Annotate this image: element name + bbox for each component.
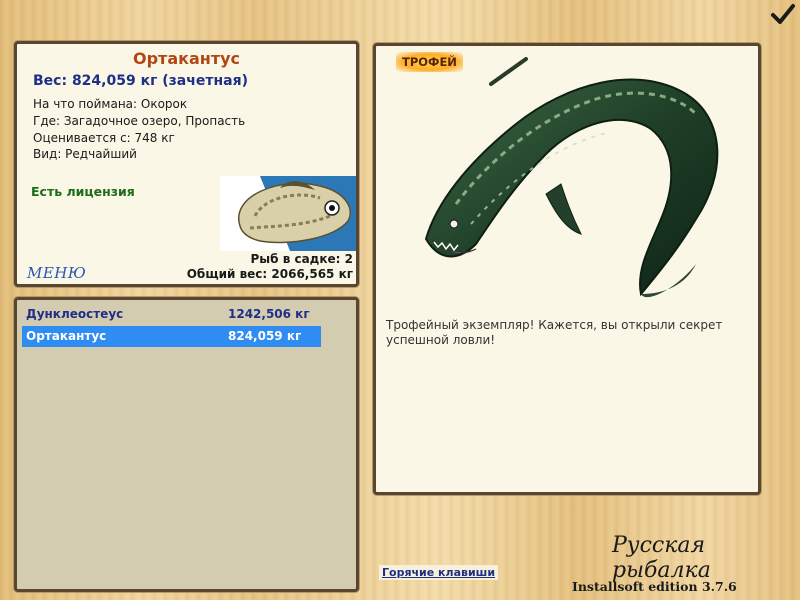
orthacanthus-illustration [424,57,719,298]
list-item-name: Ортакантус [26,329,107,343]
fish-weight: Вес: 824,059 кг (зачетная) [33,73,248,89]
list-item-selected[interactable]: Ортакантус 824,059 кг [22,326,321,347]
list-item[interactable]: Дунклеостеус 1242,506 кг [22,304,321,325]
trophy-badge: ТРОФЕЙ [396,52,463,72]
bait-info: На что поймана: Окорок [33,97,188,111]
value-info: Оценивается с: 748 кг [33,131,175,145]
location-info: Где: Загадочное озеро, Пропасть [33,114,246,128]
hotkeys-link[interactable]: Горячие клавиши [379,565,499,580]
game-title: Русская рыбалка [612,533,711,583]
list-item-weight: 824,059 кг [228,329,302,343]
cage-list-panel: Дунклеостеус 1242,506 кг Ортакантус 824,… [14,297,359,592]
edition-label: Installsoft edition 3.7.6 [572,579,737,594]
trophy-panel: ТРОФЕЙ Трофейный экземпляр! Кажется, вы … [373,43,761,495]
fish-name: Ортакантус [132,49,241,68]
cage-total-weight: Общий вес: 2066,565 кг [186,267,353,281]
license-status: Есть лицензия [31,184,135,199]
species-rarity: Вид: Редчайший [33,147,137,161]
check-icon[interactable] [770,2,796,26]
menu-button[interactable]: МЕНЮ [27,264,86,282]
list-item-name: Дунклеостеус [26,307,124,321]
fish-thumbnail [220,176,356,251]
trophy-description: Трофейный экземпляр! Кажется, вы открыли… [386,318,723,347]
fish-info-panel: Ортакантус Вес: 824,059 кг (зачетная) На… [14,41,359,287]
list-item-weight: 1242,506 кг [228,307,310,321]
cage-count: Рыб в садке: 2 [250,252,354,266]
